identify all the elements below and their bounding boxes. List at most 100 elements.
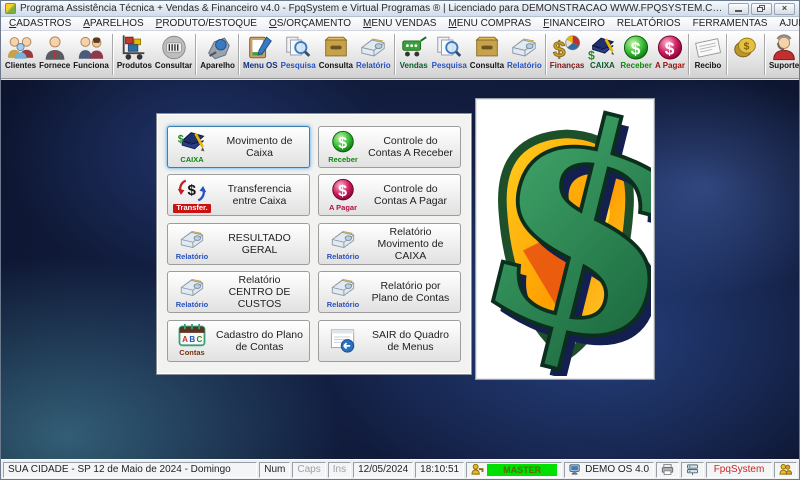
- svg-text:$: $: [479, 102, 651, 376]
- menu-ajuda[interactable]: AJUDA: [773, 17, 800, 30]
- printer-icon: [361, 38, 386, 57]
- location-text: SUA CIDADE - SP 12 de Maio de 2024 - Dom…: [8, 464, 231, 475]
- relatorio-centro-custos-button[interactable]: Relatório Relatório CENTRO DE CUSTOS: [167, 271, 310, 314]
- svg-text:$: $: [631, 38, 641, 58]
- clients-group-icon: [7, 37, 33, 59]
- aparelho-button[interactable]: Aparelho: [199, 32, 236, 77]
- relatorio-plano-contas-button[interactable]: Relatório Relatório por Plano de Contas: [318, 271, 461, 314]
- status-users: [774, 461, 797, 478]
- status-network: [681, 461, 704, 478]
- menu-ferramentas[interactable]: FERRAMENTAS: [687, 17, 774, 30]
- svg-text:$: $: [588, 49, 595, 61]
- relatorio-vendas-button[interactable]: Relatório: [506, 32, 543, 77]
- sair-quadro-menus-button[interactable]: SAIR do Quadro de Menus: [318, 319, 461, 362]
- relatorio-os-button[interactable]: Relatório: [355, 32, 392, 77]
- menu-os-orcamento[interactable]: OS/ORÇAMENTO: [263, 17, 357, 30]
- printer-icon: [661, 464, 674, 475]
- financas-button[interactable]: $ Finanças: [549, 32, 586, 77]
- search-docs-icon: [437, 36, 462, 57]
- toolbar-label: Recibo: [694, 61, 722, 70]
- transferencia-caixa-button[interactable]: $ Transfer. Transferencia entre Caixa: [167, 174, 310, 217]
- toolbar-group-suporte: Suporte: [766, 32, 800, 77]
- consulta-vendas-button[interactable]: Consulta: [469, 32, 505, 77]
- button-label: Relatório Movimento de CAIXA: [377, 225, 444, 262]
- toolbar-label: Menu OS: [242, 61, 278, 70]
- drawer-folder-icon: [475, 36, 499, 57]
- main-toolbar: Clientes Fornece Funciona Produtos Consu…: [1, 31, 799, 79]
- service-order-icon: [249, 36, 273, 59]
- button-label: SAIR do Quadro de Menus: [371, 328, 450, 353]
- button-caption: CAIXA: [180, 154, 204, 164]
- toolbar-label: A Pagar: [655, 61, 685, 70]
- application-window: Programa Assistência Técnica + Vendas & …: [0, 0, 800, 480]
- toolbar-label: CAIXA: [589, 61, 615, 70]
- printer-icon: [512, 38, 537, 57]
- pesquisa-os-button[interactable]: Pesquisa: [280, 32, 317, 77]
- svg-text:$: $: [744, 41, 750, 52]
- num-lock-text: Num: [264, 464, 286, 475]
- button-label: Cadastro do Plano de Contas: [216, 328, 303, 353]
- toolbar-label: Pesquisa: [280, 61, 316, 70]
- menu-compras[interactable]: MENU COMPRAS: [442, 17, 537, 30]
- printer-icon: Relatório: [171, 227, 213, 261]
- relatorio-movimento-caixa-button[interactable]: Relatório Relatório Movimento de CAIXA: [318, 222, 461, 265]
- fornecedor-button[interactable]: Fornece: [38, 32, 71, 77]
- receber-button[interactable]: $ Receber: [619, 32, 653, 77]
- brand-text: FpqSystem: [713, 464, 765, 475]
- contas-a-pagar-button[interactable]: $ A Pagar Controle do Contas A Pagar: [318, 174, 461, 217]
- toolbar-label: Relatório: [507, 61, 542, 70]
- movimento-caixa-button[interactable]: $ CAIXA Movimento de Caixa: [167, 126, 310, 168]
- consultar-produto-button[interactable]: Consultar: [154, 32, 193, 77]
- caps-lock-text: Caps: [297, 464, 321, 475]
- svg-text:$: $: [338, 134, 347, 152]
- contas-a-receber-button[interactable]: $ Receber Controle do Contas A Receber: [318, 126, 461, 168]
- menu-vendas[interactable]: MENU VENDAS: [357, 17, 442, 30]
- menu-relatorios[interactable]: RELATÓRIOS: [611, 17, 687, 30]
- cadastro-plano-contas-button[interactable]: ABC Contas Cadastro do Plano de Contas: [167, 319, 310, 362]
- close-icon: ×: [781, 3, 788, 13]
- transfer-arrows-icon: $ Transfer.: [171, 178, 213, 213]
- menu-financeiro[interactable]: FINANCEIRO: [537, 17, 611, 30]
- funcionario-button[interactable]: Funciona: [72, 32, 110, 77]
- title-bar: Programa Assistência Técnica + Vendas & …: [1, 1, 799, 17]
- finance-pie-icon: $: [553, 35, 581, 61]
- suporte-button[interactable]: Suporte: [768, 32, 800, 77]
- date-text: 12/05/2024: [358, 464, 409, 475]
- toolbar-group-aparelho: Aparelho: [197, 32, 238, 77]
- coins-icon: $: [734, 37, 756, 58]
- moedas-button[interactable]: $: [730, 32, 762, 77]
- minimize-button[interactable]: [728, 2, 749, 15]
- close-button[interactable]: ×: [774, 2, 795, 15]
- consulta-os-button[interactable]: Consulta: [318, 32, 354, 77]
- svg-text:B: B: [189, 335, 195, 344]
- button-caption: Relatório: [175, 251, 209, 261]
- recibo-button[interactable]: Recibo: [692, 32, 724, 77]
- printer-icon: Relatório: [322, 275, 364, 309]
- vendas-button[interactable]: Vendas: [398, 32, 430, 77]
- caixa-button[interactable]: $ CAIXA: [586, 32, 618, 77]
- toolbar-group-produtos: Produtos Consultar: [114, 32, 195, 77]
- a-pagar-button[interactable]: $ A Pagar: [654, 32, 686, 77]
- resultado-geral-button[interactable]: Relatório RESULTADO GERAL: [167, 222, 310, 265]
- employees-icon: [78, 36, 104, 59]
- restore-button[interactable]: [751, 2, 772, 15]
- insert-text: Ins: [332, 464, 347, 475]
- svg-text:$: $: [178, 133, 184, 145]
- pesquisa-vendas-button[interactable]: Pesquisa: [431, 32, 468, 77]
- produtos-button[interactable]: Produtos: [116, 32, 153, 77]
- sales-cart-icon: [401, 36, 427, 57]
- printer-icon: Relatório: [171, 275, 213, 309]
- toolbar-label: Consultar: [154, 61, 193, 70]
- menu-produto-estoque[interactable]: PRODUTO/ESTOQUE: [150, 17, 263, 30]
- menu-cadastros[interactable]: CADASTROS: [3, 17, 77, 30]
- toolbar-label: Aparelho: [200, 61, 235, 70]
- toolbar-group-moedas: $: [728, 32, 764, 77]
- desktop-background: $ CAIXA Movimento de Caixa $ Receber Con…: [1, 80, 799, 459]
- clientes-button[interactable]: Clientes: [4, 32, 37, 77]
- receive-dollar-icon: $: [624, 35, 649, 60]
- button-caption: Relatório: [175, 300, 209, 310]
- menu-aparelhos[interactable]: APARELHOS: [77, 17, 149, 30]
- menu-os-button[interactable]: Menu OS: [242, 32, 279, 77]
- button-label: Relatório por Plano de Contas: [371, 280, 450, 305]
- financeiro-menu-panel: $ CAIXA Movimento de Caixa $ Receber Con…: [156, 113, 472, 375]
